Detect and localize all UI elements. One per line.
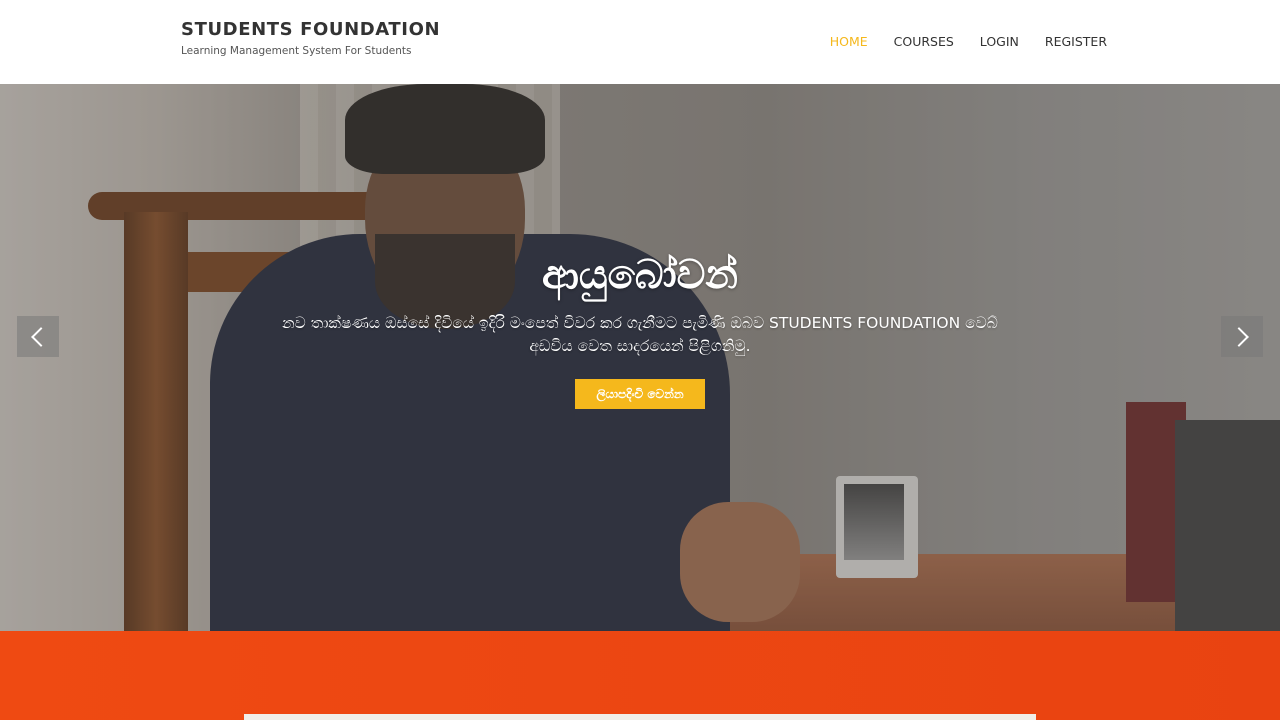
site-header: STUDENTS FOUNDATION Learning Management …	[0, 0, 1280, 84]
register-button[interactable]: ලියාපදිංචි වෙන්න	[575, 379, 705, 409]
hero-title: ආයුබෝවන්	[542, 252, 738, 298]
nav-register[interactable]: REGISTER	[1045, 34, 1107, 49]
carousel-prev-button[interactable]	[17, 316, 59, 357]
section-card	[244, 714, 1036, 720]
chevron-right-icon	[1229, 326, 1249, 347]
nav-home[interactable]: HOME	[830, 34, 868, 49]
nav-login[interactable]: LOGIN	[980, 34, 1019, 49]
hero-carousel: ආයුබෝවන් නව තාක්ෂණය ඔස්සේ දිවියේ ඉදිරි ම…	[0, 84, 1280, 631]
carousel-next-button[interactable]	[1221, 316, 1263, 357]
hero-content: ආයුබෝවන් නව තාක්ෂණය ඔස්සේ දිවියේ ඉදිරි ම…	[0, 84, 1280, 631]
orange-section	[0, 631, 1280, 720]
brand-tagline: Learning Management System For Students	[181, 45, 412, 57]
brand[interactable]: STUDENTS FOUNDATION Learning Management …	[181, 19, 440, 57]
brand-title[interactable]: STUDENTS FOUNDATION	[181, 19, 440, 40]
hero-subtitle: නව තාක්ෂණය ඔස්සේ දිවියේ ඉදිරි මංපෙත් විව…	[282, 314, 998, 355]
chevron-left-icon	[31, 326, 51, 347]
main-nav: HOME COURSES LOGIN REGISTER	[830, 34, 1107, 49]
nav-courses[interactable]: COURSES	[894, 34, 954, 49]
